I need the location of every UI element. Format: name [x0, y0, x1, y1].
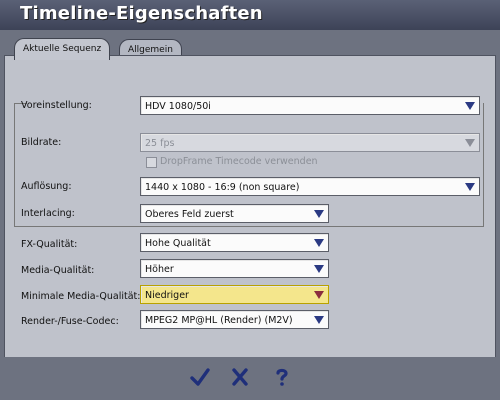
min-media-qualitaet-label: Minimale Media-Qualität:: [21, 291, 141, 302]
cancel-button[interactable]: [230, 367, 250, 387]
ok-button[interactable]: [190, 367, 210, 387]
chevron-down-icon: [314, 316, 324, 324]
bildrate-value: 25 fps: [145, 138, 175, 149]
min-media-qualitaet-dropdown[interactable]: Niedriger: [140, 285, 329, 304]
media-qualitaet-dropdown[interactable]: Höher: [140, 259, 329, 278]
help-button[interactable]: [272, 367, 292, 387]
render-codec-value: MPEG2 MP@HL (Render) (M2V): [145, 315, 293, 326]
button-bar: [0, 357, 500, 400]
dropframe-checkbox[interactable]: [146, 157, 157, 168]
aufloesung-value: 1440 x 1080 - 16:9 (non square): [145, 182, 300, 193]
chevron-down-icon: [314, 265, 324, 273]
check-icon: [190, 368, 210, 386]
interlacing-value: Oberes Feld zuerst: [145, 209, 234, 220]
title-bar: Timeline-Eigenschaften: [0, 0, 500, 31]
aufloesung-label: Auflösung:: [21, 181, 72, 192]
aufloesung-dropdown[interactable]: 1440 x 1080 - 16:9 (non square): [140, 177, 480, 196]
x-icon: [232, 368, 248, 386]
tab-strip: Aktuelle Sequenz Allgemein: [0, 30, 500, 60]
fx-qualitaet-value: Hohe Qualität: [145, 238, 211, 249]
interlacing-label: Interlacing:: [21, 208, 75, 219]
media-qualitaet-value: Höher: [145, 264, 174, 275]
chevron-down-icon: [314, 291, 324, 299]
bildrate-label: Bildrate:: [21, 137, 62, 148]
fx-qualitaet-dropdown[interactable]: Hohe Qualität: [140, 233, 329, 252]
chevron-down-icon: [465, 139, 475, 147]
window-title: Timeline-Eigenschaften: [20, 3, 263, 24]
fx-qualitaet-label: FX-Qualität:: [21, 239, 78, 250]
chevron-down-icon: [465, 183, 475, 191]
chevron-down-icon: [465, 102, 475, 110]
media-qualitaet-label: Media-Qualität:: [21, 265, 95, 276]
render-codec-dropdown[interactable]: MPEG2 MP@HL (Render) (M2V): [140, 310, 329, 329]
dropframe-label: DropFrame Timecode verwenden: [160, 156, 318, 167]
question-icon: [276, 368, 288, 386]
tab-aktuelle-sequenz[interactable]: Aktuelle Sequenz: [14, 38, 111, 60]
chevron-down-icon: [314, 210, 324, 218]
voreinstellung-label: Voreinstellung:: [21, 100, 92, 111]
render-codec-label: Render-/Fuse-Codec:: [21, 316, 119, 327]
voreinstellung-dropdown[interactable]: HDV 1080/50i: [140, 96, 480, 115]
chevron-down-icon: [314, 239, 324, 247]
bildrate-dropdown[interactable]: 25 fps: [140, 133, 480, 152]
voreinstellung-value: HDV 1080/50i: [145, 101, 211, 112]
interlacing-dropdown[interactable]: Oberes Feld zuerst: [140, 204, 329, 223]
min-media-qualitaet-value: Niedriger: [145, 290, 189, 301]
